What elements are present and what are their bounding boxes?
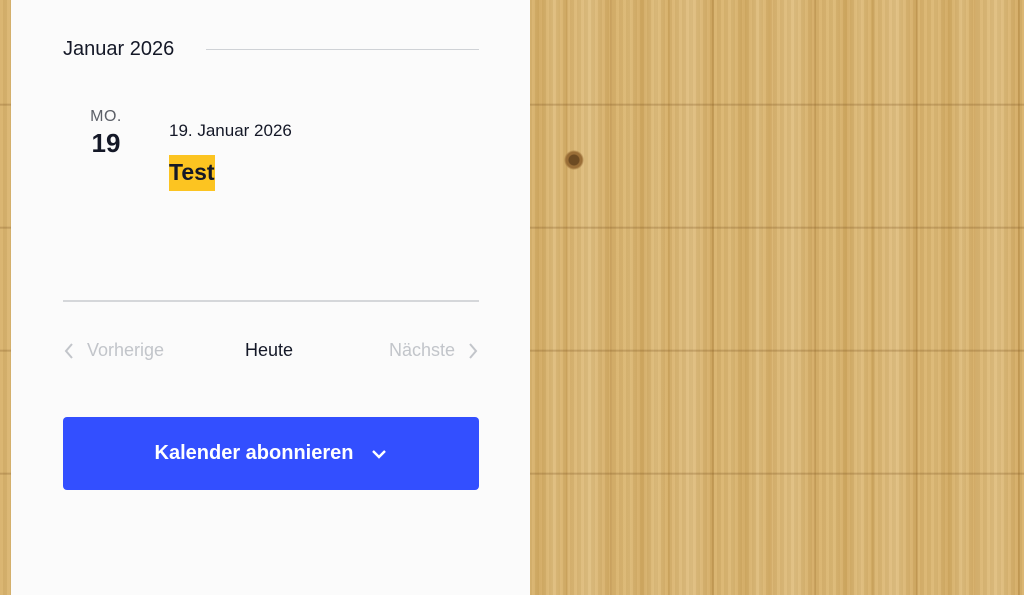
- chevron-right-icon: [469, 342, 478, 359]
- event-date-text: 19. Januar 2026: [169, 121, 292, 140]
- wood-knot: [563, 150, 585, 170]
- event-day-of-week: MO.: [90, 108, 122, 125]
- event-day-number: 19: [91, 128, 121, 158]
- month-heading: Januar 2026: [63, 37, 175, 60]
- calendar-navigation: Vorherige Heute Nächste: [63, 340, 479, 366]
- event-title-link[interactable]: Test: [169, 155, 215, 191]
- month-header: Januar 2026: [63, 36, 479, 62]
- event-date-tag: MO. 19: [85, 108, 127, 159]
- previous-button[interactable]: Vorherige: [63, 340, 164, 361]
- next-button[interactable]: Nächste: [389, 340, 479, 361]
- list-bottom-divider: [63, 300, 479, 302]
- subscribe-label: Kalender abonnieren: [154, 442, 354, 464]
- today-button[interactable]: Heute: [245, 340, 293, 361]
- event-details: 19. Januar 2026 Test: [169, 121, 292, 191]
- subscribe-calendar-button[interactable]: Kalender abonnieren: [63, 417, 479, 490]
- previous-label: Vorherige: [87, 340, 165, 360]
- calendar-panel: [11, 0, 530, 595]
- month-divider: [206, 48, 479, 50]
- chevron-down-icon: [372, 449, 387, 459]
- next-label: Nächste: [388, 340, 455, 360]
- chevron-left-icon: [64, 342, 73, 359]
